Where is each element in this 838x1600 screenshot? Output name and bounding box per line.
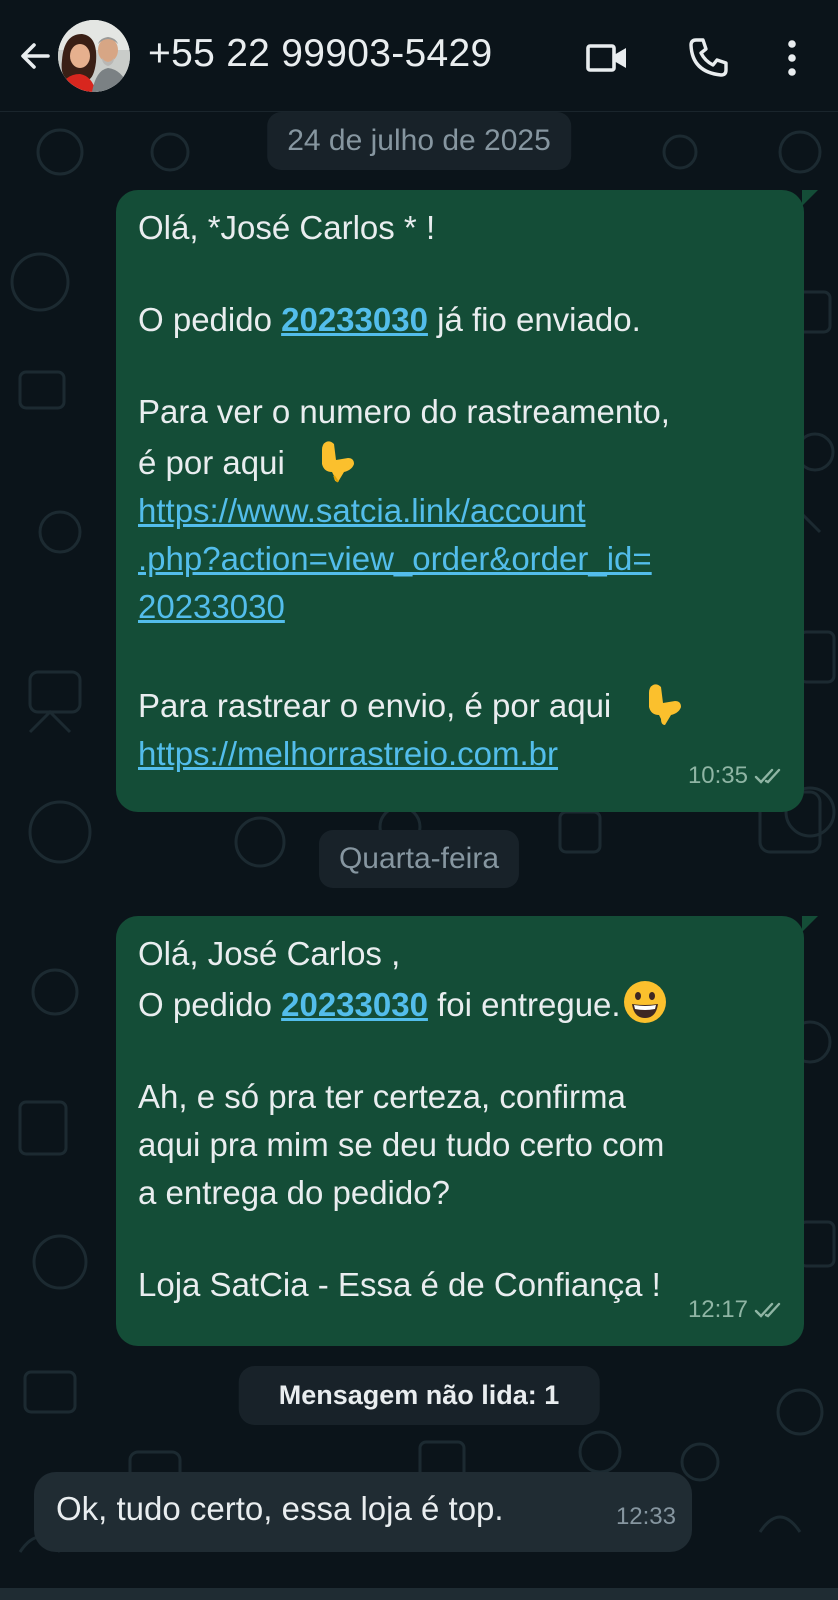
message-time: 12:17 <box>687 1296 748 1323</box>
outgoing-message[interactable]: Olá, *José Carlos * ! O pedido 20233030 … <box>116 190 818 812</box>
outgoing-message[interactable]: Olá, José Carlos , O pedido 20233030 foi… <box>116 916 818 1346</box>
tracking-url[interactable]: .php?action=view_order&order_id= <box>138 535 782 583</box>
tracking-url[interactable]: https://www.satcia.link/account <box>138 487 782 535</box>
message-text: Para ver o numero do rastreamento, <box>138 393 670 430</box>
pointing-down-icon <box>322 441 355 483</box>
contact-name[interactable]: +55 22 99903-5429 <box>148 32 493 76</box>
date-separator: Quarta-feira <box>318 830 520 888</box>
double-check-icon <box>754 1302 781 1318</box>
order-link[interactable]: 20233030 <box>281 301 428 338</box>
video-call-icon[interactable] <box>584 34 632 82</box>
message-text: Para rastrear o envio, é por aqui <box>138 679 782 730</box>
tracking-url[interactable]: 20233030 <box>138 583 782 631</box>
message-text: a entrega do pedido? <box>138 1174 450 1211</box>
message-text: Loja SatCia - Essa é de Confiança ! <box>138 1266 661 1303</box>
message-text: Ok, tudo certo, essa loja é top. <box>56 1490 504 1527</box>
input-bar-edge <box>0 1588 838 1600</box>
message-text: aqui pra mim se deu tudo certo com <box>138 1126 665 1163</box>
phone-icon[interactable] <box>684 34 732 82</box>
double-check-icon <box>754 768 781 784</box>
message-text: Olá, *José Carlos * ! <box>138 209 436 246</box>
message-text: Ah, e só pra ter certeza, confirma <box>138 1078 626 1115</box>
message-text: O pedido 20233030 já fio enviado. <box>138 301 641 338</box>
unread-messages-chip: Mensagem não lida: 1 <box>238 1366 600 1425</box>
message-time: 12:33 <box>615 1503 676 1530</box>
message-meta: 12:17 <box>688 1286 788 1334</box>
chat-header: +55 22 99903-5429 <box>0 0 838 112</box>
chat-area[interactable]: 24 de julho de 2025 Olá, *José Carlos * … <box>0 112 838 1600</box>
message-text: O pedido 20233030 foi entregue. <box>138 978 782 1029</box>
message-meta: 12:33 <box>616 1492 676 1542</box>
date-separator: 24 de julho de 2025 <box>267 112 571 170</box>
message-time: 10:35 <box>687 762 748 789</box>
grinning-face-icon <box>623 981 666 1023</box>
pointing-down-icon <box>648 684 681 725</box>
tracking-url[interactable]: https://melhorrastreio.com.br <box>138 730 782 778</box>
order-link[interactable]: 20233030 <box>281 986 428 1023</box>
avatar[interactable] <box>58 20 130 92</box>
message-text: é por aqui <box>138 436 782 487</box>
message-text: Olá, José Carlos , <box>138 935 401 972</box>
message-meta: 10:35 <box>688 752 788 800</box>
incoming-message[interactable]: Ok, tudo certo, essa loja é top. 12:33 <box>34 1472 692 1552</box>
back-arrow-icon[interactable] <box>14 34 58 78</box>
more-vert-icon[interactable] <box>768 34 816 82</box>
